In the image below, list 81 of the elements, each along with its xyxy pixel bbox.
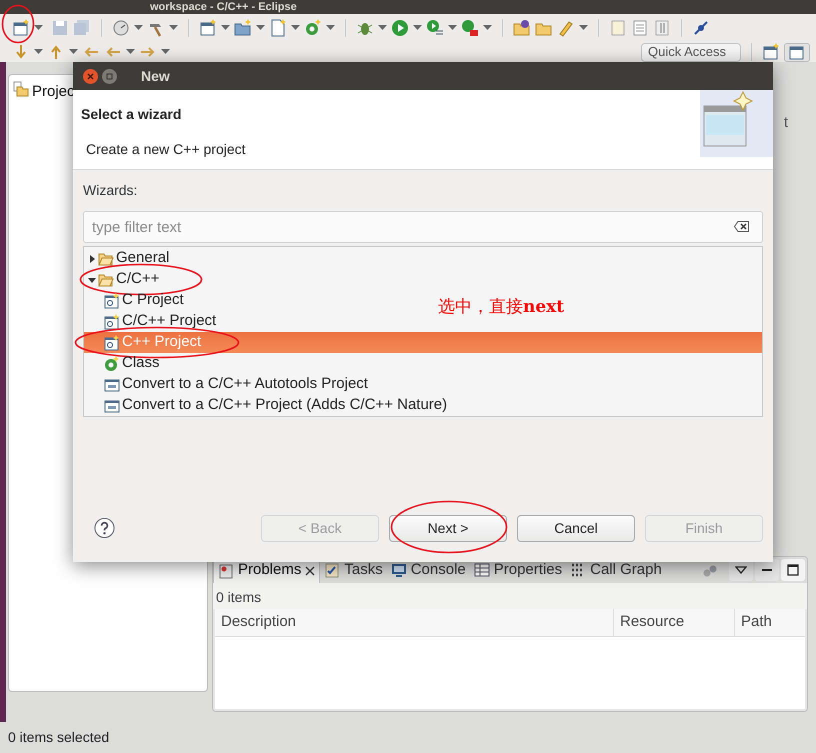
dots-icon [703,565,717,577]
tree-item[interactable]: C Project [84,290,188,311]
close-button[interactable] [83,68,98,84]
folder-icon [98,272,114,286]
dropdown-caret-icon[interactable] [448,25,457,31]
class-icon [104,356,120,372]
panel-tab[interactable]: Properties [470,557,566,583]
maximize-button[interactable] [781,559,805,581]
dropdown-caret-icon[interactable] [579,25,588,31]
dropdown-caret-icon[interactable] [221,25,230,31]
filter-field[interactable]: type filter text [83,211,763,243]
problems-summary: 0 items [213,583,807,609]
dropdown-caret-icon[interactable] [34,25,43,31]
dropdown-caret-icon[interactable] [326,25,335,31]
dropdown-caret-icon[interactable] [34,49,43,55]
dropdown-caret-icon[interactable] [126,49,135,55]
dropdown-caret-icon[interactable] [169,25,178,31]
convert-icon [104,398,120,414]
column-header[interactable]: Resource [613,609,734,636]
gauge-icon[interactable] [112,19,130,37]
expanded-arrow-icon[interactable] [88,276,96,284]
new-wizard-icon[interactable] [12,19,30,37]
project-icon [104,314,120,330]
dropdown-caret-icon[interactable] [413,25,422,31]
tree-item[interactable]: General [84,248,174,269]
new-file-icon[interactable] [269,19,287,37]
window-title: workspace - C/C++ - Eclipse [150,0,297,14]
project-icon [104,334,120,350]
annotation-note: 选中，直接next [438,296,564,319]
panel-tab[interactable]: Tasks [320,557,387,583]
properties-icon [474,562,490,578]
wizards-label: Wizards: [83,181,138,200]
tree-item[interactable]: Convert to a C/C++ Autotools Project [84,374,372,395]
dropdown-caret-icon[interactable] [291,25,300,31]
project-icon [104,292,120,308]
panel-tab[interactable]: Call Graph [566,557,666,583]
tasks-icon [324,562,340,578]
project-explorer-icon [13,81,29,97]
help-icon[interactable] [94,517,115,539]
dialog-title: New [141,66,170,86]
minimize-button[interactable] [755,559,779,581]
folder-icon [98,252,114,266]
collapsed-arrow-icon[interactable] [88,254,96,262]
dropdown-caret-icon[interactable] [256,25,265,31]
dropdown-caret-icon[interactable] [483,25,492,31]
console-icon [390,562,407,578]
status-text: 0 items selected [8,728,110,747]
tree-item[interactable]: C/C++ Project [84,311,220,332]
minimize-icon [761,568,773,572]
quick-access-field[interactable]: Quick Access [641,42,741,62]
run-icon[interactable] [391,19,409,37]
dropdown-caret-icon[interactable] [378,25,387,31]
dropdown-caret-icon[interactable] [161,49,170,55]
close-icon [87,72,94,80]
panel-title-fragment: t [784,113,788,133]
view-menu-icon [735,566,747,574]
perspective-button[interactable] [784,42,810,62]
project-explorer-title[interactable]: Projec [32,81,75,104]
tree-item[interactable]: Class [84,353,164,374]
maximize-icon [787,564,799,576]
dropdown-caret-icon[interactable] [69,49,78,55]
convert-icon [104,376,120,392]
dialog-button[interactable]: Cancel [517,515,635,542]
column-header[interactable]: Path [734,609,805,636]
document-icon[interactable] [631,19,649,37]
problems-icon [218,562,234,578]
wizard-banner-icon [700,90,773,157]
dialog-button[interactable]: Next > [389,515,507,542]
new-folder-icon[interactable] [234,19,252,37]
open-perspective-icon[interactable] [762,43,780,61]
column-header[interactable]: Description [215,609,613,636]
panel-tab[interactable]: Console [386,557,470,583]
dropdown-caret-icon[interactable] [134,25,143,31]
close-icon[interactable] [305,566,316,576]
tree-item[interactable]: Convert to a C/C++ Project (Adds C/C++ Nature) [84,395,452,416]
minimize-icon [106,72,113,80]
wizard-page-title: Select a wizard [81,105,182,124]
new-class-icon[interactable] [304,19,322,37]
pen-icon[interactable] [557,19,575,37]
clear-icon[interactable] [734,221,749,232]
wizard-page-description: Create a new C++ project [85,140,246,159]
